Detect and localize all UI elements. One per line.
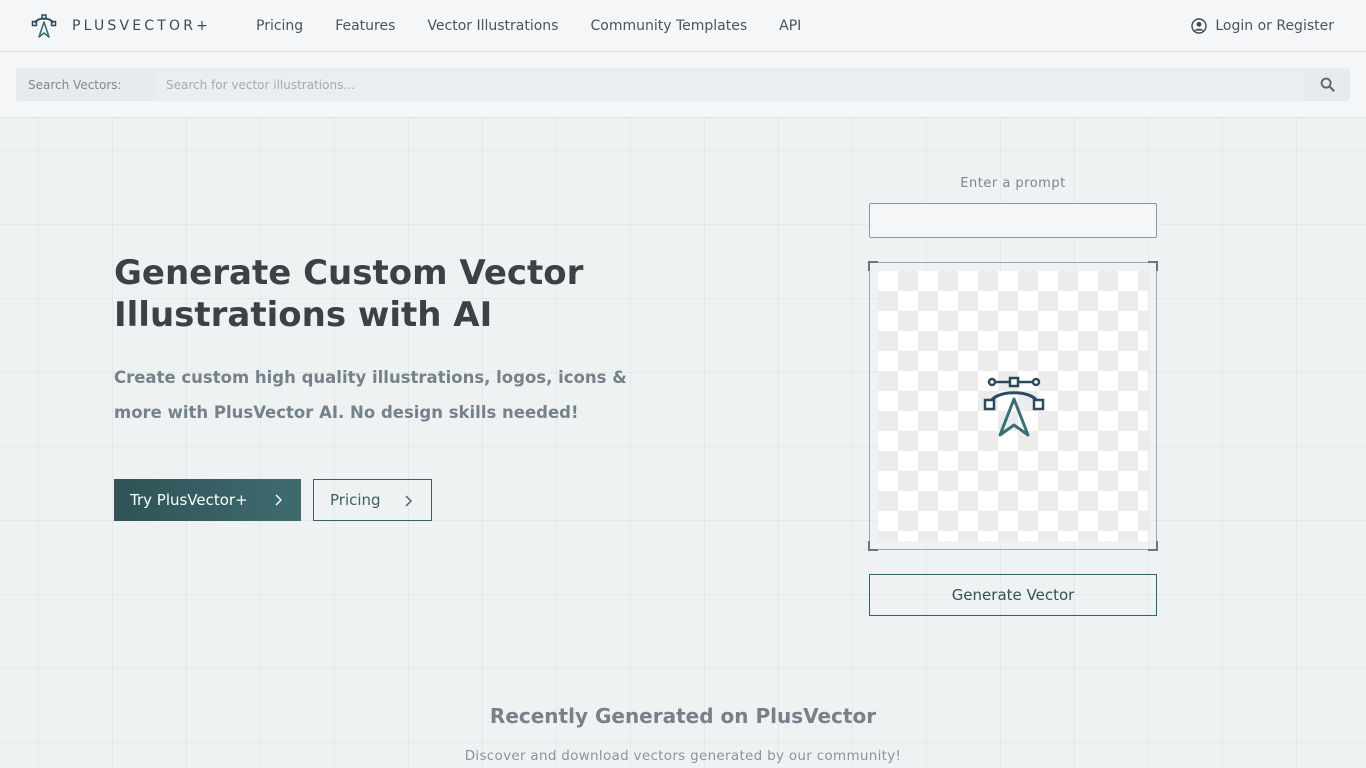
top-navbar: PLUSVECTOR+ Pricing Features Vector Illu… <box>0 0 1366 52</box>
search-container: Search Vectors: <box>16 68 1350 101</box>
nav-item-pricing[interactable]: Pricing <box>256 18 303 34</box>
vector-preview-canvas <box>868 261 1158 551</box>
prompt-input[interactable] <box>869 203 1157 238</box>
frame-corner <box>1148 261 1158 271</box>
frame-corner <box>868 261 878 271</box>
plusvector-logo-icon <box>31 14 57 38</box>
frame-corner <box>1148 541 1158 551</box>
pricing-button-label: Pricing <box>330 491 381 509</box>
prompt-label: Enter a prompt <box>960 176 1066 191</box>
login-register-link[interactable]: Login or Register <box>1191 0 1334 52</box>
try-plusvector-label: Try PlusVector+ <box>130 491 248 509</box>
brand-name: PLUSVECTOR+ <box>72 18 212 34</box>
hero-subtitle: Create custom high quality illustrations… <box>114 368 627 422</box>
hero-title: Generate Custom Vector Illustrations wit… <box>114 253 584 335</box>
user-circle-icon <box>1191 18 1208 34</box>
nav-item-community-templates[interactable]: Community Templates <box>590 18 747 34</box>
nav-item-vector-illustrations[interactable]: Vector Illustrations <box>427 18 558 34</box>
search-label: Search Vectors: <box>28 77 122 92</box>
nav-item-features[interactable]: Features <box>335 18 395 34</box>
hero-section: Generate Custom Vector Illustrations wit… <box>0 118 1366 768</box>
chevron-right-icon <box>275 494 282 506</box>
frame-corner <box>868 541 878 551</box>
login-label: Login or Register <box>1215 18 1334 34</box>
recent-section-title: Recently Generated on PlusVector <box>489 704 877 728</box>
main-nav: Pricing Features Vector Illustrations Co… <box>256 0 833 52</box>
bezier-pen-icon <box>983 376 1045 437</box>
search-input[interactable] <box>154 68 1304 101</box>
transparency-grid <box>878 271 1148 541</box>
search-icon <box>1320 77 1335 92</box>
try-plusvector-button[interactable]: Try PlusVector+ <box>114 479 301 521</box>
brand-logo[interactable]: PLUSVECTOR+ <box>30 11 211 41</box>
chevron-right-icon <box>405 495 412 507</box>
nav-item-api[interactable]: API <box>779 18 801 34</box>
search-section: Search Vectors: <box>0 52 1366 118</box>
generate-vector-button[interactable]: Generate Vector <box>869 574 1157 616</box>
search-button[interactable] <box>1304 68 1350 101</box>
recent-section-subtitle: Discover and download vectors generated … <box>464 748 902 764</box>
pricing-button[interactable]: Pricing <box>313 479 432 521</box>
